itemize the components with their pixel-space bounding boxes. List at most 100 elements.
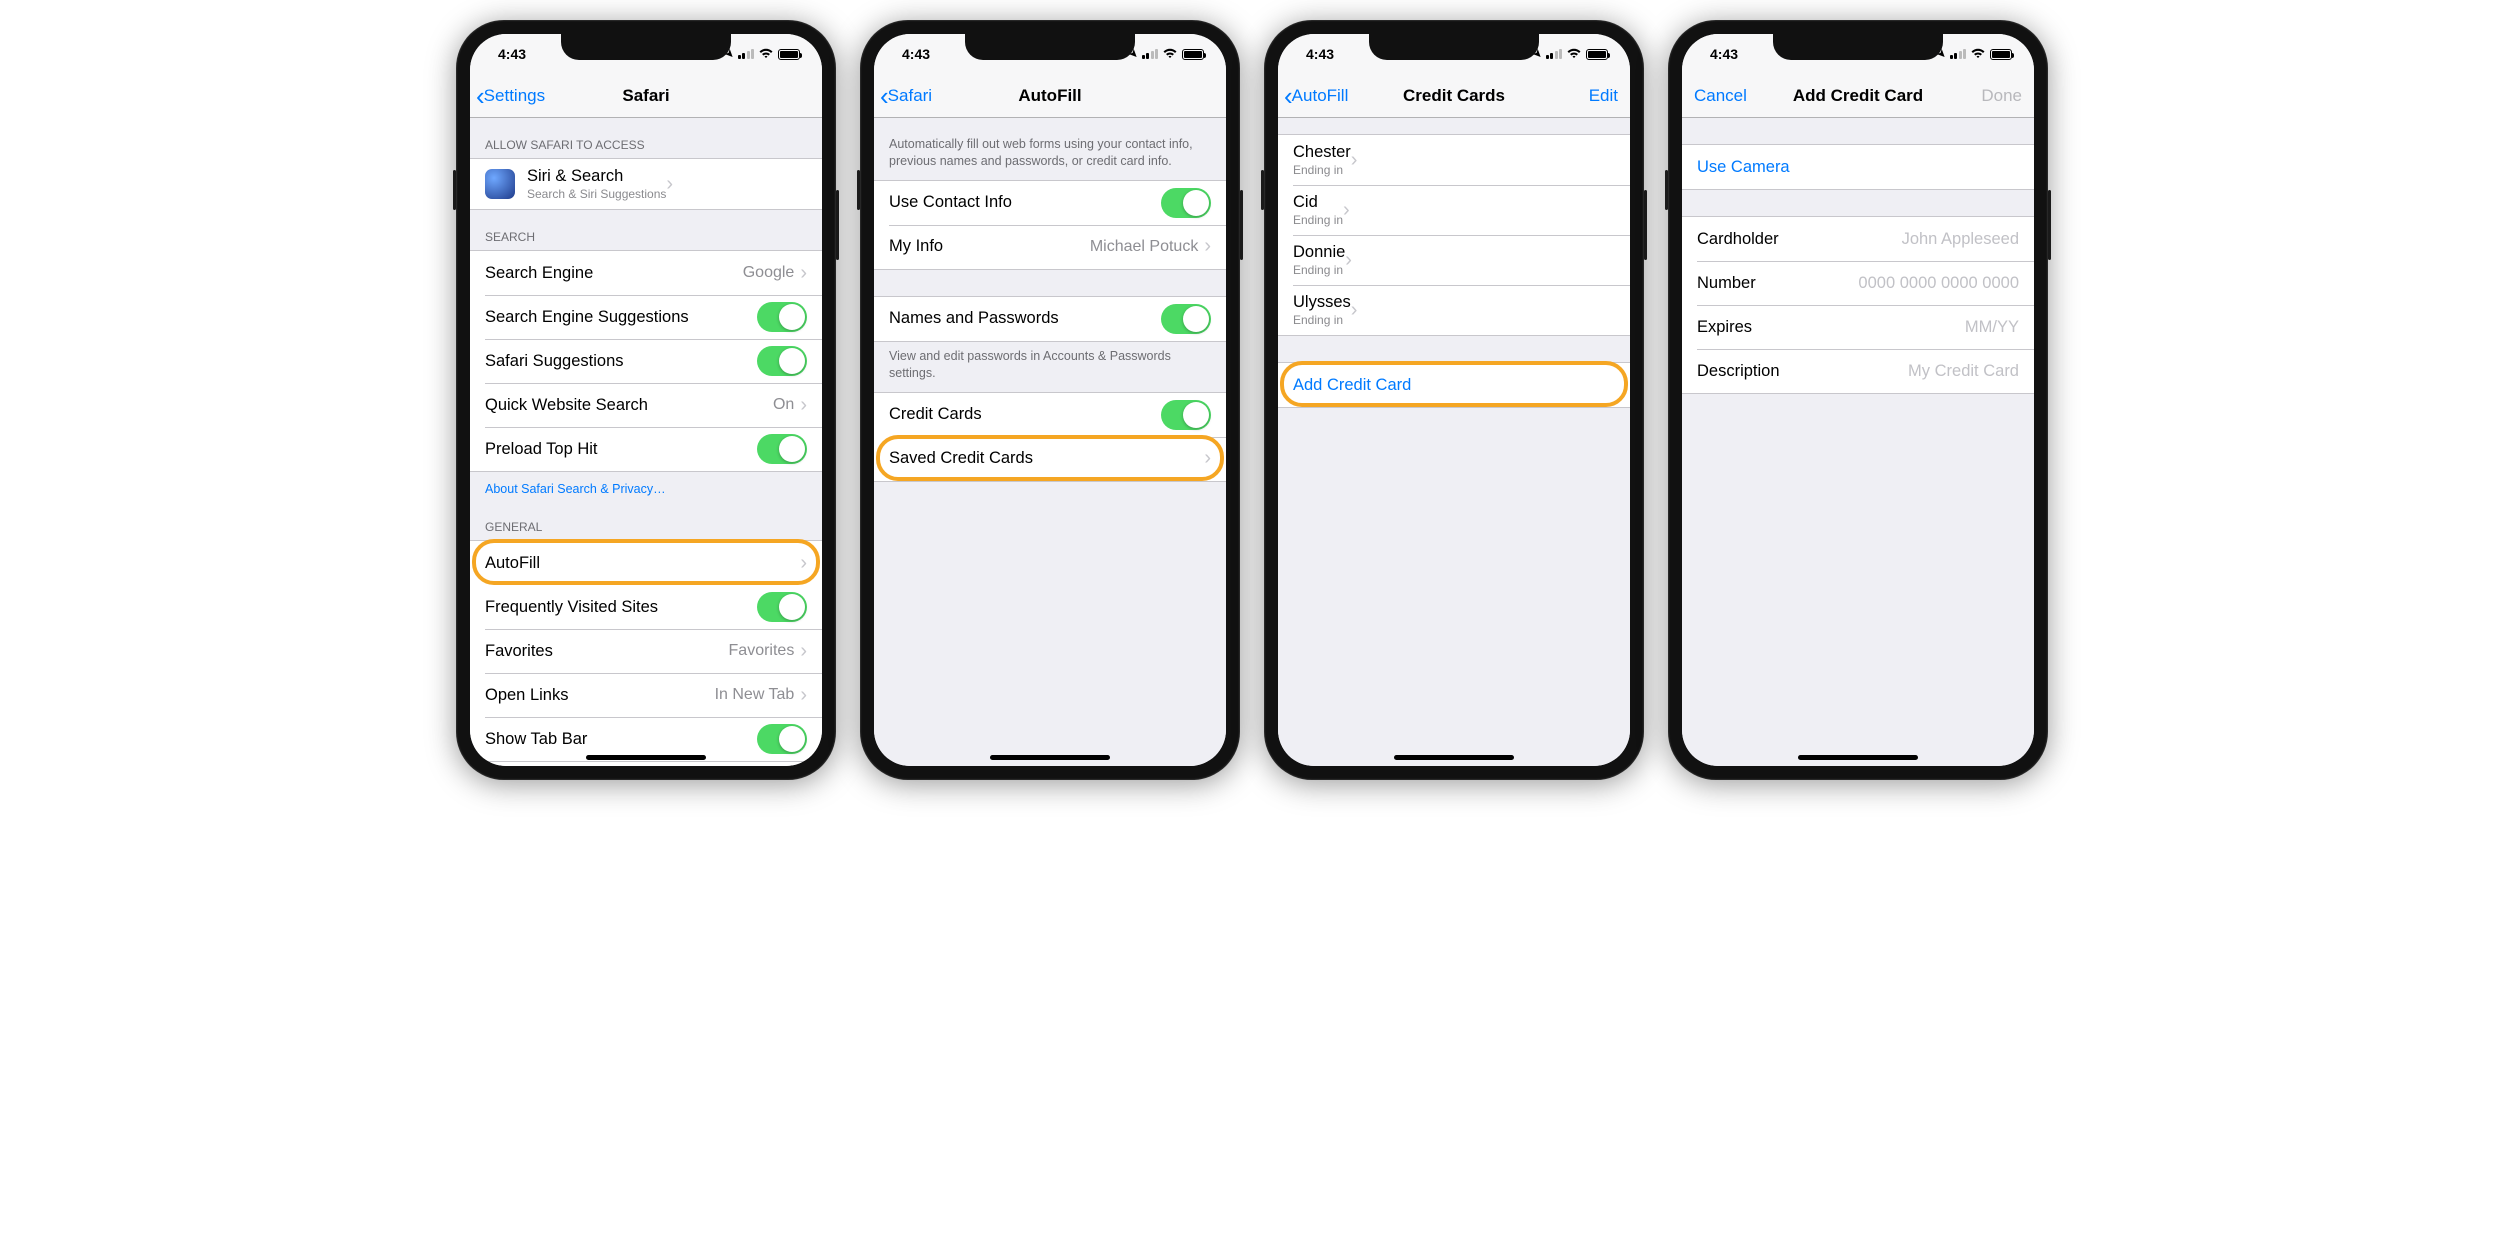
safari-suggestions-row: Safari Suggestions [470, 339, 822, 383]
chevron-right-icon: › [1343, 199, 1350, 222]
status-time: 4:43 [1306, 46, 1334, 62]
notch [1773, 34, 1943, 60]
autofill-row[interactable]: AutoFill › [470, 541, 822, 585]
page-title: Add Credit Card [1793, 86, 1923, 106]
page-title: Safari [622, 86, 669, 106]
siri-search-row[interactable]: Siri & Search Search & Siri Suggestions … [470, 159, 822, 209]
card-row[interactable]: DonnieEnding in › [1278, 235, 1630, 285]
notch [561, 34, 731, 60]
search-engine-suggestions-row: Search Engine Suggestions [470, 295, 822, 339]
content-scroll[interactable]: ALLOW SAFARI TO ACCESS Siri & Search Sea… [470, 118, 822, 766]
battery-icon [1990, 49, 2012, 60]
toggle-safari-suggestions[interactable] [757, 346, 807, 376]
search-engine-row[interactable]: Search Engine Google › [470, 251, 822, 295]
card-row[interactable]: UlyssesEnding in › [1278, 285, 1630, 335]
section-header-search: SEARCH [470, 210, 822, 250]
wifi-icon [1162, 46, 1178, 62]
favorites-row[interactable]: Favorites Favorites › [470, 629, 822, 673]
status-time: 4:43 [498, 46, 526, 62]
battery-icon [778, 49, 800, 60]
siri-title: Siri & Search [527, 167, 666, 186]
cellular-icon [1546, 49, 1563, 59]
screen-safari-settings: 4:43 ➤ ‹ Settings Safari ALLOW SAFARI TO… [470, 34, 822, 766]
edit-button[interactable]: Edit [1589, 86, 1618, 106]
back-label: AutoFill [1292, 86, 1349, 106]
cardholder-field[interactable]: Cardholder John Appleseed [1682, 217, 2034, 261]
home-indicator[interactable] [990, 755, 1110, 760]
chevron-right-icon: › [1351, 299, 1358, 322]
passwords-description: View and edit passwords in Accounts & Pa… [874, 342, 1226, 392]
battery-icon [1586, 49, 1608, 60]
siri-icon [485, 169, 515, 199]
use-contact-info-row: Use Contact Info [874, 181, 1226, 225]
section-header-access: ALLOW SAFARI TO ACCESS [470, 118, 822, 158]
expires-field[interactable]: Expires MM/YY [1682, 305, 2034, 349]
home-indicator[interactable] [1798, 755, 1918, 760]
status-indicators: ➤ [1533, 46, 1608, 62]
toggle-cc[interactable] [1161, 400, 1211, 430]
toggle-freq[interactable] [757, 592, 807, 622]
notch [965, 34, 1135, 60]
about-safari-link[interactable]: About Safari Search & Privacy… [470, 472, 822, 500]
nav-bar: ‹ Safari AutoFill [874, 74, 1226, 118]
back-label: Safari [888, 86, 932, 106]
page-title: Credit Cards [1403, 86, 1505, 106]
home-indicator[interactable] [1394, 755, 1514, 760]
block-popups-row: Block Pop-ups [470, 761, 822, 766]
cancel-button[interactable]: Cancel [1694, 86, 1747, 106]
chevron-right-icon: › [800, 262, 807, 285]
chevron-right-icon: › [1204, 235, 1211, 258]
toggle-preload[interactable] [757, 434, 807, 464]
status-indicators: ➤ [725, 46, 800, 62]
my-info-row[interactable]: My Info Michael Potuck › [874, 225, 1226, 269]
back-label: Settings [484, 86, 545, 106]
credit-cards-row: Credit Cards [874, 393, 1226, 437]
content-scroll[interactable]: ChesterEnding in › CidEnding in › Donnie… [1278, 118, 1630, 766]
section-header-general: GENERAL [470, 500, 822, 540]
status-time: 4:43 [1710, 46, 1738, 62]
phone-3: 4:43 ➤ ‹ AutoFill Credit Cards Edit [1264, 20, 1644, 780]
cellular-icon [1950, 49, 1967, 59]
content-scroll[interactable]: Automatically fill out web forms using y… [874, 118, 1226, 766]
phone-4: 4:43 ➤ Cancel Add Credit Card Done Use C… [1668, 20, 2048, 780]
nav-bar: Cancel Add Credit Card Done [1682, 74, 2034, 118]
back-button[interactable]: ‹ Safari [880, 83, 932, 109]
use-camera-row[interactable]: Use Camera [1682, 145, 2034, 189]
number-field[interactable]: Number 0000 0000 0000 0000 [1682, 261, 2034, 305]
preload-top-hit-row: Preload Top Hit [470, 427, 822, 471]
status-time: 4:43 [902, 46, 930, 62]
toggle-names[interactable] [1161, 304, 1211, 334]
description-field[interactable]: Description My Credit Card [1682, 349, 2034, 393]
autofill-description: Automatically fill out web forms using y… [874, 118, 1226, 180]
saved-credit-cards-row[interactable]: Saved Credit Cards › [874, 437, 1226, 481]
chevron-right-icon: › [800, 640, 807, 663]
notch [1369, 34, 1539, 60]
screen-autofill: 4:43 ➤ ‹ Safari AutoFill Automatically f… [874, 34, 1226, 766]
cellular-icon [1142, 49, 1159, 59]
chevron-right-icon: › [800, 684, 807, 707]
toggle-tab-bar[interactable] [757, 724, 807, 754]
done-button[interactable]: Done [1981, 86, 2022, 106]
siri-subtitle: Search & Siri Suggestions [527, 187, 666, 201]
wifi-icon [1566, 46, 1582, 62]
add-credit-card-row[interactable]: Add Credit Card [1278, 363, 1630, 407]
nav-bar: ‹ AutoFill Credit Cards Edit [1278, 74, 1630, 118]
quick-website-search-row[interactable]: Quick Website Search On › [470, 383, 822, 427]
content-scroll[interactable]: Use Camera Cardholder John Appleseed Num… [1682, 118, 2034, 766]
screen-credit-cards: 4:43 ➤ ‹ AutoFill Credit Cards Edit [1278, 34, 1630, 766]
wifi-icon [1970, 46, 1986, 62]
toggle-se-suggestions[interactable] [757, 302, 807, 332]
back-button[interactable]: ‹ AutoFill [1284, 83, 1348, 109]
card-row[interactable]: ChesterEnding in › [1278, 135, 1630, 185]
screen-add-card: 4:43 ➤ Cancel Add Credit Card Done Use C… [1682, 34, 2034, 766]
toggle-contact[interactable] [1161, 188, 1211, 218]
back-button[interactable]: ‹ Settings [476, 83, 545, 109]
chevron-right-icon: › [1204, 447, 1211, 470]
chevron-right-icon: › [666, 173, 673, 196]
card-row[interactable]: CidEnding in › [1278, 185, 1630, 235]
home-indicator[interactable] [586, 755, 706, 760]
chevron-right-icon: › [1351, 149, 1358, 172]
names-passwords-row: Names and Passwords [874, 297, 1226, 341]
open-links-row[interactable]: Open Links In New Tab › [470, 673, 822, 717]
page-title: AutoFill [1018, 86, 1081, 106]
